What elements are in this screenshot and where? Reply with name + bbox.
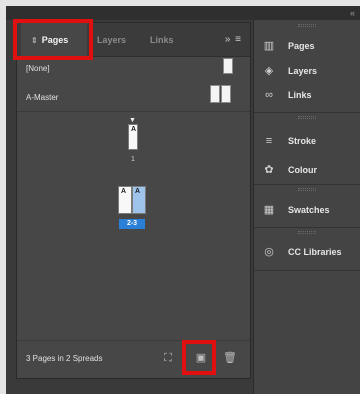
highlight-pages-tab: [13, 19, 93, 60]
dock-item-label: Links: [288, 90, 312, 100]
pages-icon: ▥: [263, 40, 275, 52]
pages-summary-text: 3 Pages in 2 Spreads: [26, 354, 103, 363]
colour-icon: ✿: [264, 164, 274, 176]
dock-grip[interactable]: [298, 231, 316, 234]
swatches-icon: ▦: [263, 204, 275, 216]
tab-links[interactable]: Links: [150, 23, 174, 57]
dock-item-layers[interactable]: ◈ Layers: [254, 60, 360, 82]
page-master-letter: A: [121, 188, 127, 195]
collapse-panels-button[interactable]: «: [350, 8, 355, 18]
pages-panel: ⇕ Pages Layers Links » ≡ [None] A-Master …: [16, 22, 251, 379]
dock-separator: [254, 227, 360, 228]
spread-2-3-number[interactable]: 2-3: [119, 219, 145, 229]
stroke-icon: ≡: [265, 135, 273, 147]
panel-dock: ▥ Pages ◈ Layers ∞ Links ≡ Stroke ✿ Colo…: [253, 20, 360, 394]
links-icon: ∞: [265, 89, 273, 101]
dock-grip[interactable]: [298, 188, 316, 191]
dock-grip[interactable]: [298, 116, 316, 119]
panel-divider[interactable]: [17, 111, 250, 112]
page-master-letter: A: [135, 188, 141, 195]
dock-item-label: Stroke: [288, 136, 317, 146]
dock-item-pages[interactable]: ▥ Pages: [254, 35, 360, 57]
panel-menu-button[interactable]: » ≡: [225, 23, 242, 57]
master-none-thumbnail[interactable]: [223, 58, 233, 74]
dock-item-stroke[interactable]: ≡ Stroke: [254, 130, 360, 152]
a-master-label[interactable]: A-Master: [26, 93, 58, 102]
master-none-label[interactable]: [None]: [26, 64, 50, 73]
page-3-thumbnail[interactable]: A: [132, 186, 146, 214]
dock-separator: [254, 270, 360, 271]
dock-separator: [254, 112, 360, 113]
dock-separator: [254, 184, 360, 185]
dock-item-swatches[interactable]: ▦ Swatches: [254, 199, 360, 221]
dock-item-label: CC Libraries: [288, 247, 342, 257]
a-master-left-thumbnail[interactable]: [210, 85, 220, 103]
dock-item-cc-libraries[interactable]: ◎ CC Libraries: [254, 241, 360, 263]
dock-item-label: Colour: [288, 165, 317, 175]
highlight-new-page-button: [182, 340, 216, 375]
delete-page-icon[interactable]: 🗑: [222, 350, 238, 366]
edit-page-size-icon[interactable]: ⛶: [160, 350, 176, 366]
dock-item-colour[interactable]: ✿ Colour: [254, 159, 360, 181]
dock-grip[interactable]: [298, 24, 316, 27]
first-page-marker-icon: ▼: [129, 117, 136, 124]
panel-top-strip: «: [6, 6, 360, 20]
a-master-right-thumbnail[interactable]: [221, 85, 231, 103]
tab-layers[interactable]: Layers: [97, 23, 126, 57]
dock-item-label: Layers: [288, 66, 318, 76]
dock-item-label: Swatches: [288, 205, 330, 215]
layers-icon: ◈: [264, 65, 274, 77]
page-1-thumbnail[interactable]: A: [128, 124, 138, 150]
dock-item-label: Pages: [288, 41, 315, 51]
page-1-number: 1: [131, 156, 135, 163]
page-2-thumbnail[interactable]: A: [118, 186, 132, 214]
cc-libraries-icon: ◎: [264, 246, 274, 258]
page-master-letter: A: [131, 126, 137, 133]
dock-item-links[interactable]: ∞ Links: [254, 84, 360, 106]
